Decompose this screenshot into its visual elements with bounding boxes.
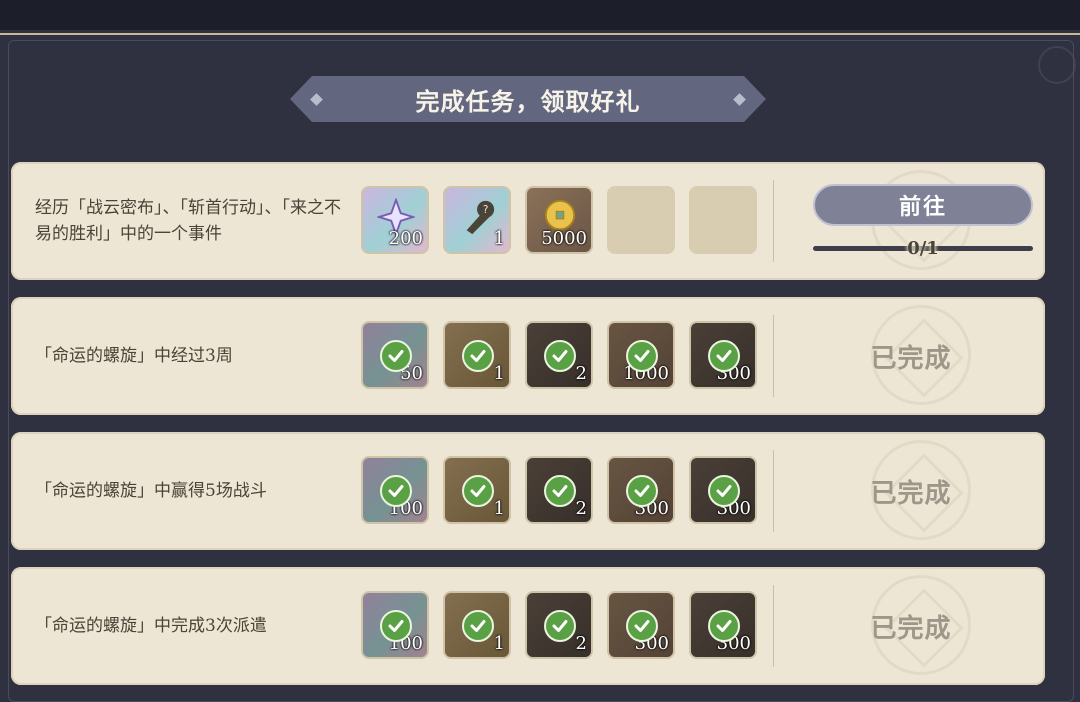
reward-count: 1 [493, 498, 505, 519]
reward-item[interactable]: 2 [525, 321, 593, 389]
reward-item[interactable]: 300 [607, 591, 675, 659]
reward-item[interactable]: 5000 [525, 186, 593, 254]
reward-item[interactable]: 50 [361, 321, 429, 389]
progress-text: 0/1 [907, 238, 939, 259]
card-divider [773, 585, 774, 667]
task-description: 「命运的螺旋」中完成3次派遣 [35, 616, 267, 636]
reward-count: 2 [575, 498, 587, 519]
check-icon [626, 340, 658, 372]
reward-count: 5000 [541, 228, 587, 249]
task-card-battles: 「命运的螺旋」中赢得5场战斗 100 1 2 300 300 已完成 [11, 432, 1045, 550]
reward-count: 1 [493, 228, 505, 249]
check-icon [380, 340, 412, 372]
check-icon [544, 610, 576, 642]
reward-item[interactable]: 300 [689, 456, 757, 524]
check-icon [462, 475, 494, 507]
goto-button[interactable]: 前往 [813, 184, 1033, 226]
check-icon [626, 475, 658, 507]
check-icon [462, 610, 494, 642]
reward-count: 1 [493, 363, 505, 384]
top-bar [0, 0, 1080, 30]
page-title: 完成任务，领取好礼 [415, 86, 641, 116]
empty-reward-slot [607, 186, 675, 254]
task-description: 「命运的螺旋」中经过3周 [35, 346, 233, 366]
reward-count: 200 [388, 228, 423, 249]
reward-count: 1 [493, 633, 505, 654]
check-icon [380, 610, 412, 642]
completed-label: 已完成 [870, 613, 952, 644]
reward-item[interactable]: 300 [607, 456, 675, 524]
check-icon [380, 475, 412, 507]
check-icon [462, 340, 494, 372]
reward-item[interactable]: 2 [525, 456, 593, 524]
task-card-dispatch: 「命运的螺旋」中完成3次派遣 100 1 2 300 300 已完成 [11, 567, 1045, 685]
check-icon [544, 475, 576, 507]
header-divider [0, 33, 1080, 35]
reward-item[interactable]: 1 [443, 456, 511, 524]
task-card-events: 经历「战云密布」、「斩首行动」、「来之不易的胜利」中的一个事件 200 ? 1 … [11, 162, 1045, 280]
check-icon [708, 340, 740, 372]
check-icon [626, 610, 658, 642]
reward-item[interactable]: 1000 [607, 321, 675, 389]
corner-ornament-icon [1038, 46, 1076, 84]
diamond-ornament-icon [733, 93, 746, 106]
diamond-ornament-icon [310, 93, 323, 106]
reward-item[interactable]: 200 [361, 186, 429, 254]
card-divider [773, 180, 774, 262]
svg-text:?: ? [483, 204, 489, 216]
reward-item[interactable]: 1 [443, 591, 511, 659]
check-icon [708, 610, 740, 642]
reward-item[interactable]: 300 [689, 591, 757, 659]
title-banner: 完成任务，领取好礼 [290, 76, 766, 122]
reward-item[interactable]: 300 [689, 321, 757, 389]
reward-item[interactable]: 100 [361, 456, 429, 524]
empty-reward-slot [689, 186, 757, 254]
reward-item[interactable]: 1 [443, 321, 511, 389]
reward-item[interactable]: ? 1 [443, 186, 511, 254]
reward-count: 2 [575, 363, 587, 384]
reward-item[interactable]: 2 [525, 591, 593, 659]
task-description: 「命运的螺旋」中赢得5场战斗 [35, 481, 267, 501]
card-divider [773, 315, 774, 397]
reward-count: 2 [575, 633, 587, 654]
mystery-weapon-icon: ? [466, 200, 495, 235]
card-divider [773, 450, 774, 532]
reward-item[interactable]: 100 [361, 591, 429, 659]
task-description: 经历「战云密布」、「斩首行动」、「来之不易的胜利」中的一个事件 [35, 198, 341, 244]
check-icon [544, 340, 576, 372]
completed-label: 已完成 [870, 343, 952, 374]
task-card-weeks: 「命运的螺旋」中经过3周 50 1 2 1000 300 已完成 [11, 297, 1045, 415]
check-icon [708, 475, 740, 507]
completed-label: 已完成 [870, 478, 952, 509]
